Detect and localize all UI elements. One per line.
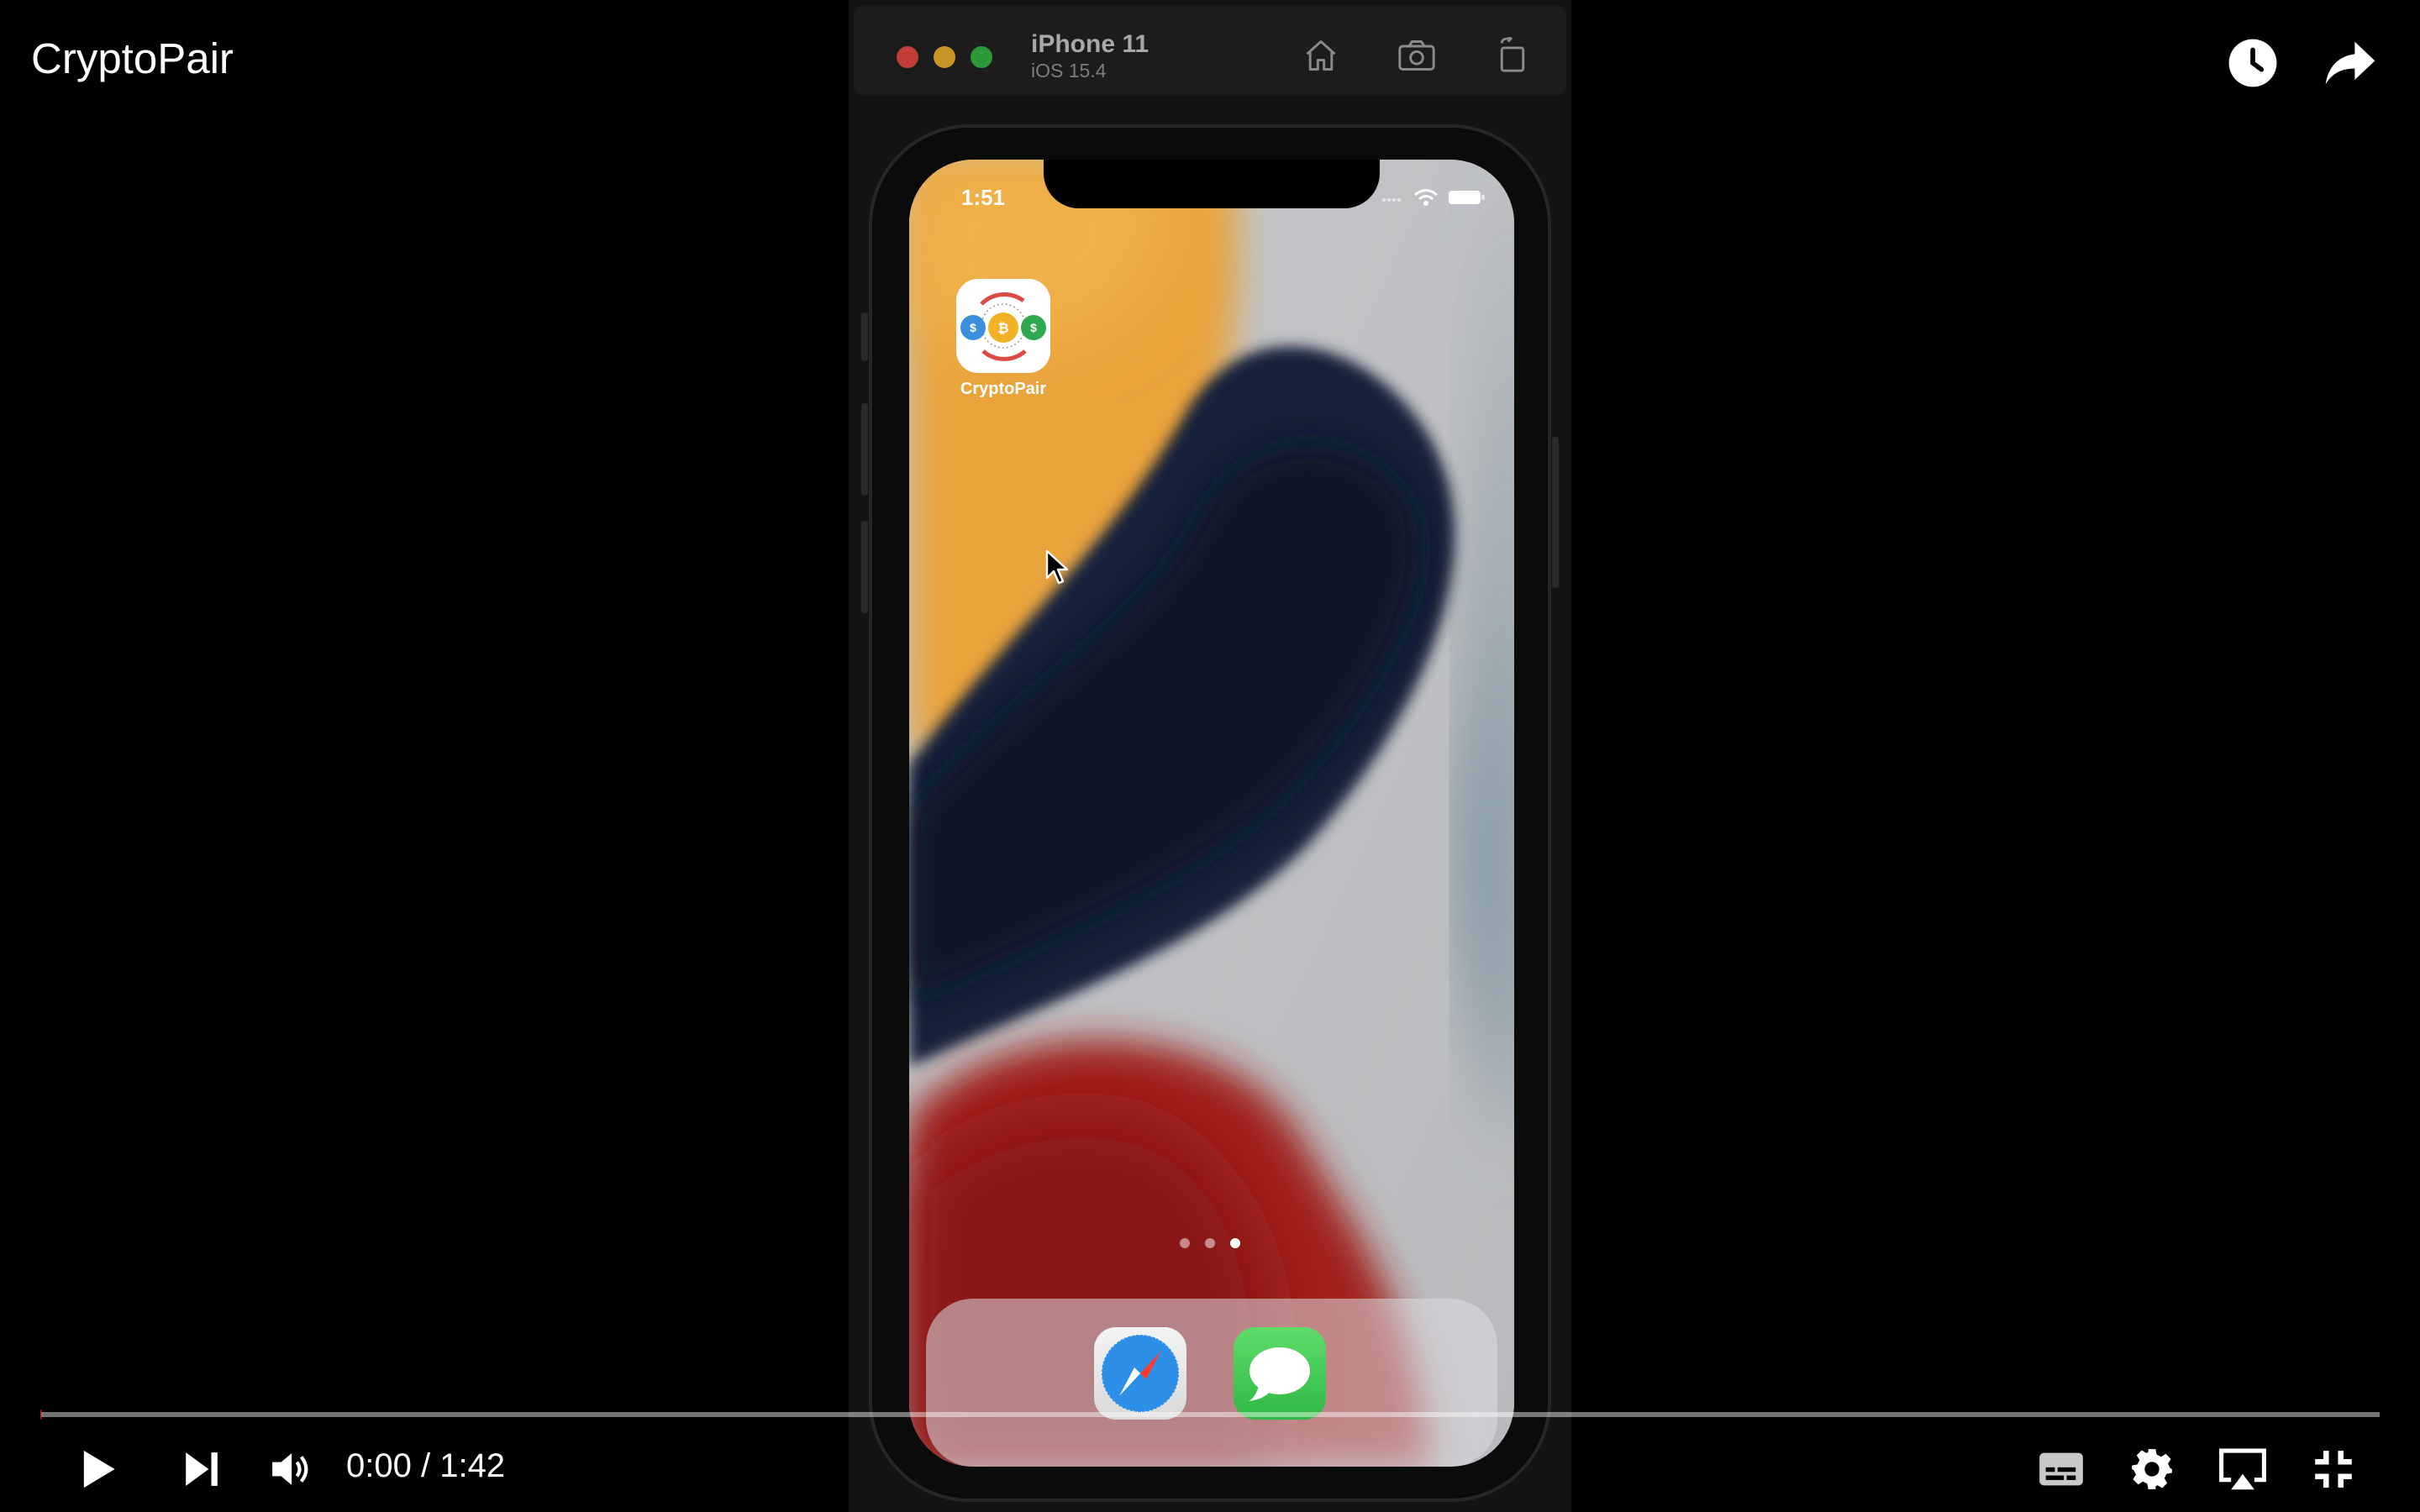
simulator-window: iPhone 11 iOS 15.4 1:51 $ ₿ $ CryptoPair xyxy=(849,0,1571,1512)
messages-app-icon[interactable] xyxy=(1234,1327,1326,1420)
page-indicator[interactable] xyxy=(1180,1238,1240,1248)
zoom-window-button[interactable] xyxy=(971,46,992,68)
page-dot xyxy=(1180,1238,1190,1248)
cryptopair-app-icon[interactable]: $ ₿ $ xyxy=(956,279,1050,373)
close-window-button[interactable] xyxy=(897,46,918,68)
time-separator: / xyxy=(411,1447,440,1484)
minimize-window-button[interactable] xyxy=(934,46,955,68)
current-time: 0:00 xyxy=(346,1447,412,1484)
play-icon xyxy=(83,1450,115,1488)
gear-icon xyxy=(2132,1449,2172,1489)
video-player[interactable]: iPhone 11 iOS 15.4 1:51 $ ₿ $ CryptoPair… xyxy=(0,0,2420,1512)
battery-icon xyxy=(1449,191,1485,204)
airplay-button[interactable] xyxy=(2212,1438,2274,1500)
skip-next-icon xyxy=(186,1452,218,1486)
progress-bar[interactable] xyxy=(40,1412,2380,1417)
clock-icon xyxy=(2228,39,2277,87)
airplay-icon xyxy=(2219,1448,2266,1490)
rotate-icon xyxy=(1500,37,1525,72)
share-button[interactable] xyxy=(2321,34,2380,92)
safari-app-icon[interactable] xyxy=(1094,1327,1186,1420)
cryptopair-app-label: CryptoPair xyxy=(960,380,1047,398)
svg-text:₿: ₿ xyxy=(997,321,1008,336)
page-dot xyxy=(1205,1238,1215,1248)
watch-later-button[interactable] xyxy=(2223,34,2282,92)
mouse-cursor-icon xyxy=(1045,549,1069,585)
settings-button[interactable] xyxy=(2121,1438,2183,1500)
volume-down-button xyxy=(861,521,868,613)
screenshot-button[interactable] xyxy=(1395,34,1439,77)
home-icon xyxy=(1306,40,1336,71)
dock xyxy=(926,1299,1497,1467)
volume-button[interactable] xyxy=(259,1438,321,1500)
messages-icon xyxy=(1249,1347,1310,1401)
cellular-signal-icon xyxy=(1382,198,1401,202)
os-version: iOS 15.4 xyxy=(1031,60,1107,81)
play-button[interactable] xyxy=(67,1438,129,1500)
status-bar-icons xyxy=(1381,188,1486,207)
device-name: iPhone 11 xyxy=(1031,30,1150,58)
status-bar-time: 1:51 xyxy=(961,185,1006,210)
screenshot-icon xyxy=(1398,40,1435,71)
total-time: 1:42 xyxy=(439,1447,506,1484)
volume-icon xyxy=(272,1453,308,1485)
phone-screen: 1:51 $ ₿ $ CryptoPair xyxy=(909,160,1514,1467)
mute-switch xyxy=(861,312,868,361)
time-display: 0:00 / 1:42 xyxy=(346,1447,505,1485)
volume-up-button xyxy=(861,403,868,496)
page-dot-active xyxy=(1230,1238,1240,1248)
rotate-button[interactable] xyxy=(1491,34,1534,77)
video-title[interactable]: CryptoPair xyxy=(31,34,234,83)
exit-fullscreen-icon xyxy=(2315,1451,2352,1488)
wifi-icon xyxy=(1414,189,1438,206)
next-button[interactable] xyxy=(171,1438,233,1500)
subtitles-icon xyxy=(2039,1452,2083,1486)
progress-played xyxy=(40,1410,41,1420)
subtitles-button[interactable] xyxy=(2030,1438,2092,1500)
side-button xyxy=(1552,437,1559,588)
safari-icon xyxy=(1101,1334,1180,1413)
exit-fullscreen-button[interactable] xyxy=(2302,1438,2365,1500)
share-arrow-icon xyxy=(2325,41,2375,85)
phone-notch xyxy=(1044,160,1380,208)
home-button[interactable] xyxy=(1299,34,1343,77)
svg-text:$: $ xyxy=(1030,321,1037,334)
svg-text:$: $ xyxy=(970,321,976,334)
simulator-toolbar: iPhone 11 iOS 15.4 xyxy=(854,5,1566,96)
